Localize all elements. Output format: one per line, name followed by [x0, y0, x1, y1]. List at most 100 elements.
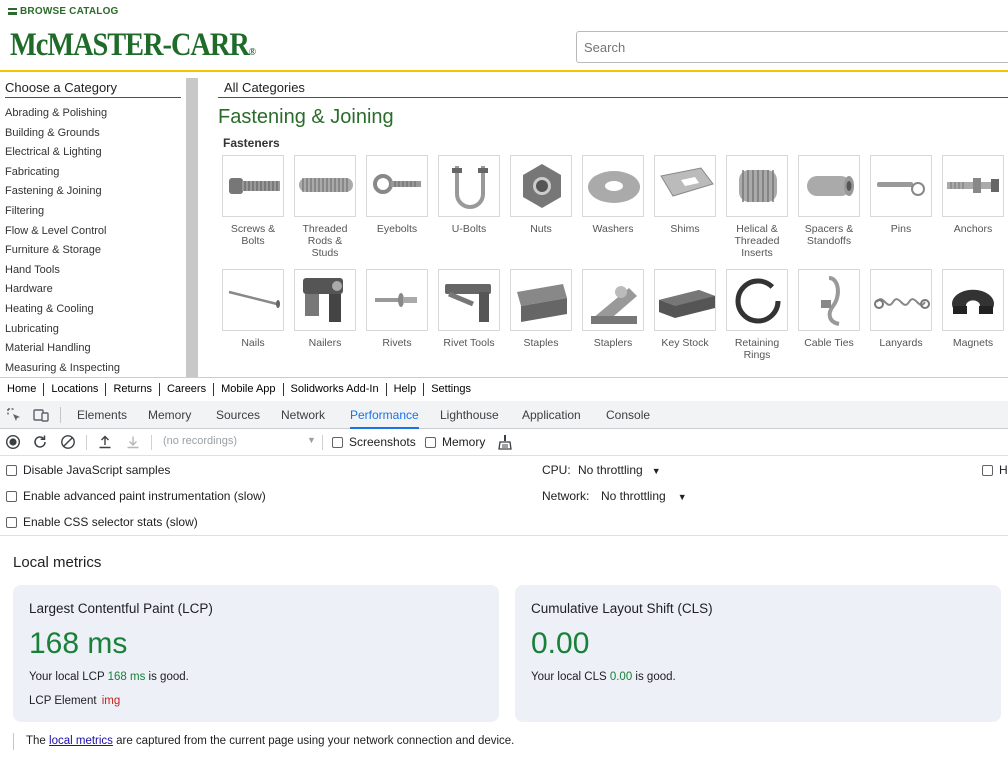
screenshots-checkbox[interactable]: Screenshots — [332, 435, 416, 449]
product-label[interactable]: Key Stock — [650, 337, 720, 349]
product-tile[interactable]: Nuts — [506, 155, 576, 235]
category-link[interactable]: Fabricating — [5, 165, 120, 185]
device-toolbar-icon[interactable] — [33, 407, 49, 423]
product-label[interactable]: Cable Ties — [794, 337, 864, 349]
search-input[interactable] — [576, 31, 1008, 63]
browse-catalog-button[interactable]: BROWSE CATALOG — [8, 6, 119, 17]
product-tile[interactable]: Spacers & Standoffs — [794, 155, 864, 247]
tab-lighthouse[interactable]: Lighthouse — [440, 401, 499, 429]
category-link[interactable]: Hand Tools — [5, 263, 120, 283]
css-selector-stats-checkbox[interactable]: Enable CSS selector stats (slow) — [6, 515, 198, 529]
product-image[interactable] — [510, 155, 572, 217]
product-label[interactable]: Washers — [578, 223, 648, 235]
product-label[interactable]: Lanyards — [866, 337, 936, 349]
category-link[interactable]: Filtering — [5, 204, 120, 224]
product-image[interactable] — [942, 155, 1004, 217]
category-link[interactable]: Furniture & Storage — [5, 243, 120, 263]
tab-network[interactable]: Network — [281, 401, 325, 429]
product-image[interactable] — [582, 155, 644, 217]
product-image[interactable] — [366, 155, 428, 217]
download-icon[interactable] — [125, 434, 141, 450]
product-image[interactable] — [366, 269, 428, 331]
product-label[interactable]: Nuts — [506, 223, 576, 235]
product-tile[interactable]: Screws & Bolts — [218, 155, 288, 247]
product-label[interactable]: Staples — [506, 337, 576, 349]
nav-link[interactable]: Home — [0, 383, 45, 396]
product-image[interactable] — [654, 155, 716, 217]
product-tile[interactable]: Nails — [218, 269, 288, 349]
record-icon[interactable] — [5, 434, 21, 450]
product-tile[interactable]: Rivets — [362, 269, 432, 349]
nav-link[interactable]: Returns — [106, 383, 160, 396]
advanced-paint-checkbox[interactable]: Enable advanced paint instrumentation (s… — [6, 489, 266, 503]
product-image[interactable] — [582, 269, 644, 331]
memory-checkbox[interactable]: Memory — [425, 435, 485, 449]
product-image[interactable] — [870, 155, 932, 217]
category-link[interactable]: Flow & Level Control — [5, 224, 120, 244]
product-label[interactable]: Screws & Bolts — [218, 223, 288, 247]
product-tile[interactable]: Key Stock — [650, 269, 720, 349]
product-tile[interactable]: Washers — [578, 155, 648, 235]
product-tile[interactable]: Magnets — [938, 269, 1008, 349]
product-label[interactable]: Magnets — [938, 337, 1008, 349]
nav-link[interactable]: Careers — [160, 383, 215, 396]
network-throttling-select[interactable]: No throttling ▼ — [601, 489, 687, 503]
product-image[interactable] — [438, 155, 500, 217]
product-image[interactable] — [438, 269, 500, 331]
product-label[interactable]: Rivets — [362, 337, 432, 349]
product-tile[interactable]: Shims — [650, 155, 720, 235]
product-label[interactable]: Spacers & Standoffs — [794, 223, 864, 247]
product-label[interactable]: Nailers — [290, 337, 360, 349]
nav-link[interactable]: Solidworks Add-In — [284, 383, 387, 396]
product-label[interactable]: Eyebolts — [362, 223, 432, 235]
category-link[interactable]: Electrical & Lighting — [5, 145, 120, 165]
nav-link[interactable]: Help — [387, 383, 425, 396]
product-image[interactable] — [222, 155, 284, 217]
category-link[interactable]: Abrading & Polishing — [5, 106, 120, 126]
product-image[interactable] — [726, 269, 788, 331]
disable-js-samples-checkbox[interactable]: Disable JavaScript samples — [6, 463, 170, 477]
tab-sources[interactable]: Sources — [216, 401, 260, 429]
checkbox-box[interactable] — [6, 490, 17, 502]
product-label[interactable]: Anchors — [938, 223, 1008, 235]
garbage-collect-broom-icon[interactable] — [497, 434, 513, 450]
product-label[interactable]: Staplers — [578, 337, 648, 349]
product-tile[interactable]: Anchors — [938, 155, 1008, 235]
reload-record-icon[interactable] — [32, 434, 48, 450]
cpu-throttling-select[interactable]: No throttling ▼ — [578, 463, 661, 477]
category-link[interactable]: Heating & Cooling — [5, 302, 120, 322]
nav-link[interactable]: Mobile App — [214, 383, 284, 396]
product-image[interactable] — [798, 269, 860, 331]
product-tile[interactable]: Helical & Threaded Inserts — [722, 155, 792, 259]
product-tile[interactable]: Rivet Tools — [434, 269, 504, 349]
category-link[interactable]: Fastening & Joining — [5, 184, 120, 204]
product-image[interactable] — [870, 269, 932, 331]
tab-memory[interactable]: Memory — [148, 401, 191, 429]
checkbox-box[interactable] — [6, 464, 17, 476]
product-image[interactable] — [654, 269, 716, 331]
nav-link[interactable]: Settings — [424, 383, 478, 396]
product-tile[interactable]: U-Bolts — [434, 155, 504, 235]
inspect-element-icon[interactable] — [6, 407, 22, 423]
product-label[interactable]: Rivet Tools — [434, 337, 504, 349]
product-tile[interactable]: Cable Ties — [794, 269, 864, 349]
product-image[interactable] — [726, 155, 788, 217]
product-tile[interactable]: Retaining Rings — [722, 269, 792, 361]
local-metrics-link[interactable]: local metrics — [49, 735, 113, 747]
tab-application[interactable]: Application — [522, 401, 581, 429]
product-image[interactable] — [942, 269, 1004, 331]
checkbox-box[interactable] — [332, 436, 343, 448]
product-label[interactable]: Helical & Threaded Inserts — [722, 223, 792, 259]
category-link[interactable]: Building & Grounds — [5, 126, 120, 146]
product-image[interactable] — [222, 269, 284, 331]
category-scrollbar[interactable] — [186, 78, 198, 378]
product-label[interactable]: Retaining Rings — [722, 337, 792, 361]
product-label[interactable]: Pins — [866, 223, 936, 235]
product-image[interactable] — [294, 155, 356, 217]
product-label[interactable]: Shims — [650, 223, 720, 235]
lcp-element-link[interactable]: img — [102, 695, 121, 707]
product-image[interactable] — [798, 155, 860, 217]
upload-icon[interactable] — [97, 434, 113, 450]
product-label[interactable]: Nails — [218, 337, 288, 349]
category-link[interactable]: Hardware — [5, 282, 120, 302]
